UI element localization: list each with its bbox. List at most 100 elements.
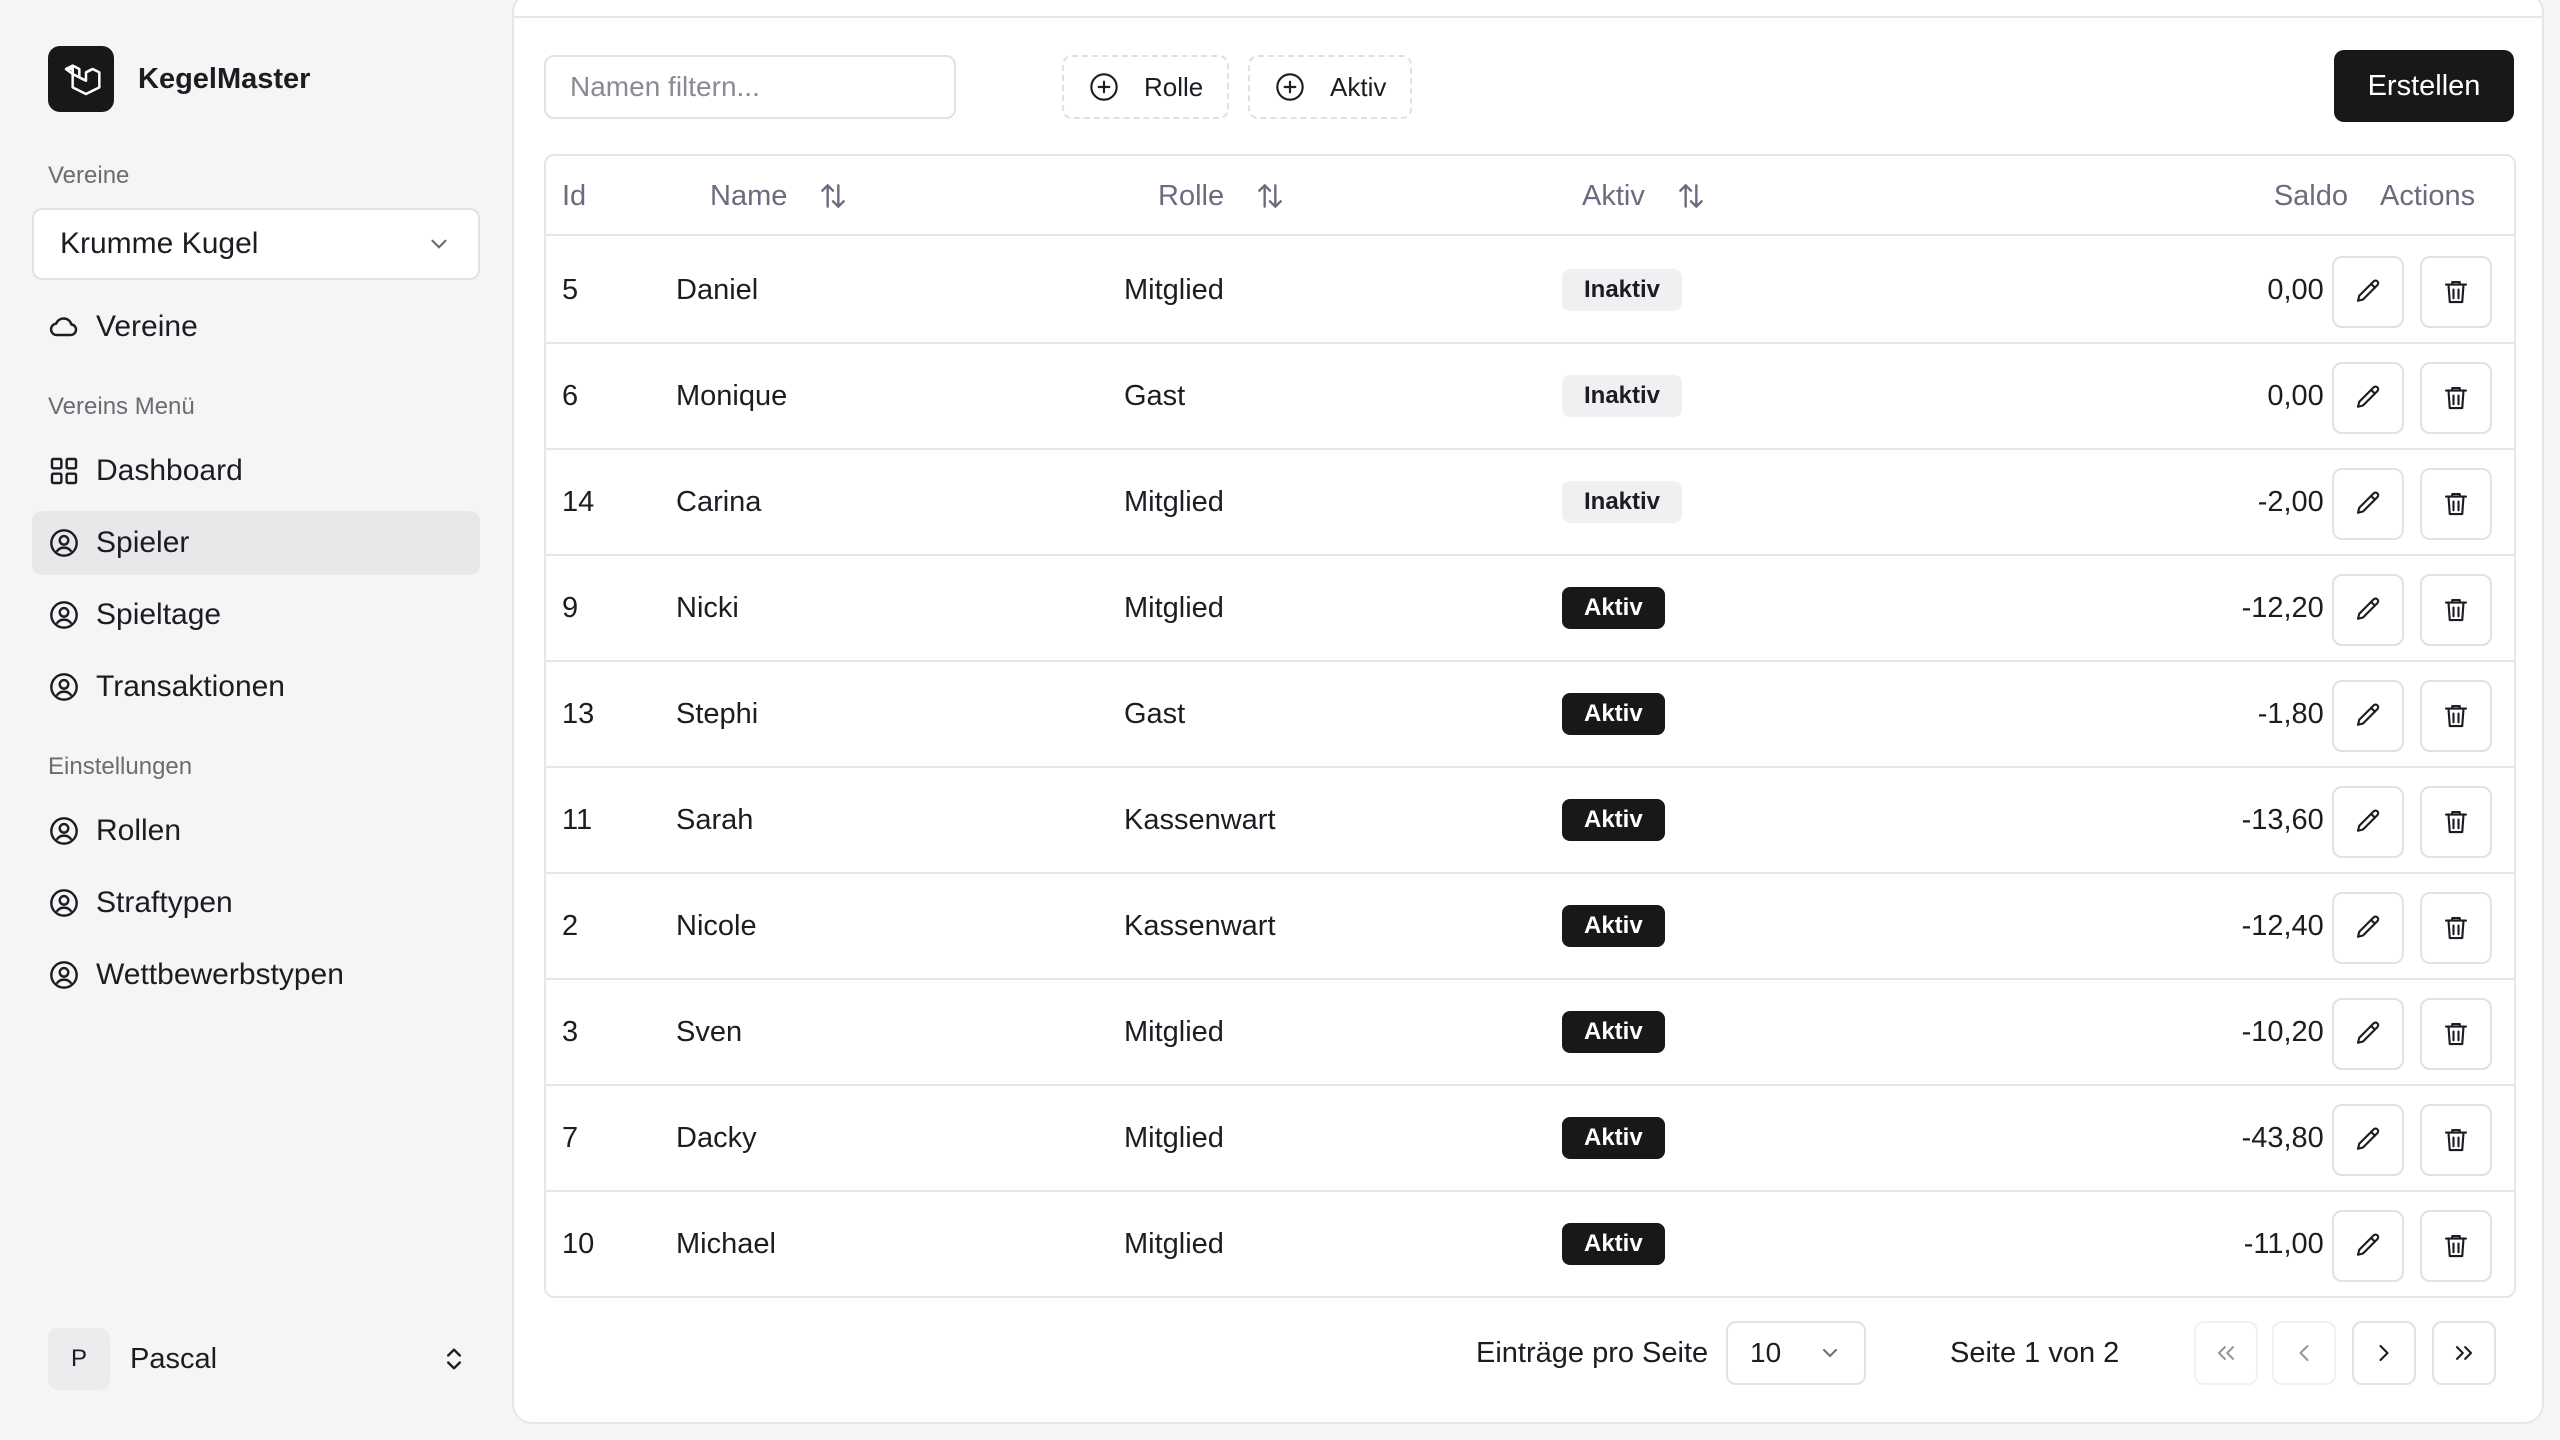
brand[interactable]: KegelMaster: [48, 46, 310, 112]
delete-button[interactable]: [2420, 574, 2492, 646]
cell-id: 9: [562, 591, 579, 624]
sidebar-item-wettbewerbstypen[interactable]: Wettbewerbstypen: [32, 943, 480, 1007]
status-badge: Aktiv: [1562, 1117, 1665, 1159]
trash-icon: [2441, 489, 2471, 519]
name-filter-input[interactable]: [544, 55, 956, 119]
delete-button[interactable]: [2420, 1104, 2492, 1176]
edit-button[interactable]: [2332, 1104, 2404, 1176]
cell-status: Inaktiv: [1562, 344, 1683, 448]
previous-page-button[interactable]: [2272, 1321, 2336, 1385]
table-row: 2 Nicole Kassenwart Aktiv -12,40 €: [546, 874, 2514, 980]
status-badge: Aktiv: [1562, 905, 1665, 947]
pencil-icon: [2353, 1231, 2383, 1261]
role-filter-label: Rolle: [1144, 71, 1204, 102]
delete-button[interactable]: [2420, 256, 2492, 328]
column-header-label: Id: [562, 179, 587, 212]
column-header-id: Id: [562, 156, 586, 236]
cell-balance: -13,60 €: [2241, 803, 2348, 836]
trash-icon: [2441, 701, 2471, 731]
sidebar-item-rollen[interactable]: Rollen: [32, 799, 480, 863]
edit-button[interactable]: [2332, 892, 2404, 964]
delete-button[interactable]: [2420, 892, 2492, 964]
create-button[interactable]: Erstellen: [2334, 50, 2514, 122]
trash-icon: [2441, 277, 2471, 307]
table-row: 14 Carina Mitglied Inaktiv -2,00 €: [546, 450, 2514, 556]
cell-role: Mitglied: [1124, 1227, 1224, 1260]
cell-id: 13: [562, 697, 595, 730]
cell-name: Sven: [676, 1015, 743, 1048]
column-header-aktiv[interactable]: Aktiv: [1582, 156, 1707, 236]
cell-status: Aktiv: [1562, 980, 1665, 1084]
edit-button[interactable]: [2332, 1210, 2404, 1282]
dashboard-icon: [48, 455, 80, 487]
pencil-icon: [2353, 489, 2383, 519]
cell-balance: 0,00 €: [2267, 273, 2348, 306]
sidebar-item-straftypen[interactable]: Straftypen: [32, 871, 480, 935]
column-header-rolle[interactable]: Rolle: [1158, 156, 1286, 236]
table-row: 5 Daniel Mitglied Inaktiv 0,00 €: [546, 238, 2514, 344]
plus-circle-icon: [1088, 71, 1120, 103]
edit-button[interactable]: [2332, 680, 2404, 752]
cell-role: Mitglied: [1124, 1121, 1224, 1154]
cell-role: Mitglied: [1124, 485, 1224, 518]
cell-role: Kassenwart: [1124, 803, 1276, 836]
cell-id: 10: [562, 1227, 595, 1260]
edit-button[interactable]: [2332, 786, 2404, 858]
user-menu[interactable]: P Pascal: [48, 1326, 468, 1392]
clubs-section-label: Vereine: [48, 162, 130, 189]
user-circle-icon: [48, 959, 80, 991]
per-page-select[interactable]: 10: [1726, 1321, 1866, 1385]
edit-button[interactable]: [2332, 574, 2404, 646]
table-row: 13 Stephi Gast Aktiv -1,80 €: [546, 662, 2514, 768]
cell-name: Stephi: [676, 697, 759, 730]
active-filter-label: Aktiv: [1330, 71, 1387, 102]
delete-button[interactable]: [2420, 998, 2492, 1070]
delete-button[interactable]: [2420, 362, 2492, 434]
edit-button[interactable]: [2332, 362, 2404, 434]
column-header-saldo: Saldo: [2148, 156, 2348, 236]
pencil-icon: [2353, 1019, 2383, 1049]
user-circle-icon: [48, 527, 80, 559]
column-header-label: Rolle: [1158, 179, 1225, 212]
table-row: 3 Sven Mitglied Aktiv -10,20 €: [546, 980, 2514, 1086]
cell-status: Aktiv: [1562, 662, 1665, 766]
user-circle-icon: [48, 887, 80, 919]
sidebar-item-dashboard[interactable]: Dashboard: [32, 439, 480, 503]
delete-button[interactable]: [2420, 680, 2492, 752]
edit-button[interactable]: [2332, 256, 2404, 328]
sidebar-item-spieltage[interactable]: Spieltage: [32, 583, 480, 647]
last-page-button[interactable]: [2432, 1321, 2496, 1385]
delete-button[interactable]: [2420, 1210, 2492, 1282]
delete-button[interactable]: [2420, 468, 2492, 540]
cell-balance: -2,00 €: [2257, 485, 2348, 518]
status-badge: Aktiv: [1562, 693, 1665, 735]
user-circle-icon: [48, 815, 80, 847]
sidebar-item-label: Dashboard: [96, 454, 243, 487]
edit-button[interactable]: [2332, 468, 2404, 540]
next-page-button[interactable]: [2352, 1321, 2416, 1385]
first-page-button[interactable]: [2194, 1321, 2258, 1385]
sidebar-item-vereine[interactable]: Vereine: [32, 295, 480, 359]
sidebar-item-label: Wettbewerbstypen: [96, 958, 344, 991]
cell-balance: -43,80 €: [2241, 1121, 2348, 1154]
edit-button[interactable]: [2332, 998, 2404, 1070]
cell-id: 7: [562, 1121, 579, 1154]
sort-icon: [1675, 180, 1707, 212]
delete-button[interactable]: [2420, 786, 2492, 858]
column-header-label: Name: [710, 179, 788, 212]
column-header-name[interactable]: Name: [710, 156, 849, 236]
per-page-label: Einträge pro Seite: [1476, 1336, 1709, 1369]
sidebar-item-transaktionen[interactable]: Transaktionen: [32, 655, 480, 719]
club-select[interactable]: Krumme Kugel: [32, 208, 480, 280]
cell-role: Mitglied: [1124, 591, 1224, 624]
role-filter-button[interactable]: Rolle: [1062, 55, 1230, 119]
user-circle-icon: [48, 599, 80, 631]
cell-status: Inaktiv: [1562, 238, 1683, 342]
sidebar-item-label: Vereine: [96, 310, 198, 343]
sidebar-item-spieler[interactable]: Spieler: [32, 511, 480, 575]
user-circle-icon: [48, 671, 80, 703]
status-badge: Aktiv: [1562, 1223, 1665, 1265]
active-filter-button[interactable]: Aktiv: [1248, 55, 1413, 119]
chevron-down-icon: [1818, 1341, 1842, 1365]
cell-name: Dacky: [676, 1121, 757, 1154]
